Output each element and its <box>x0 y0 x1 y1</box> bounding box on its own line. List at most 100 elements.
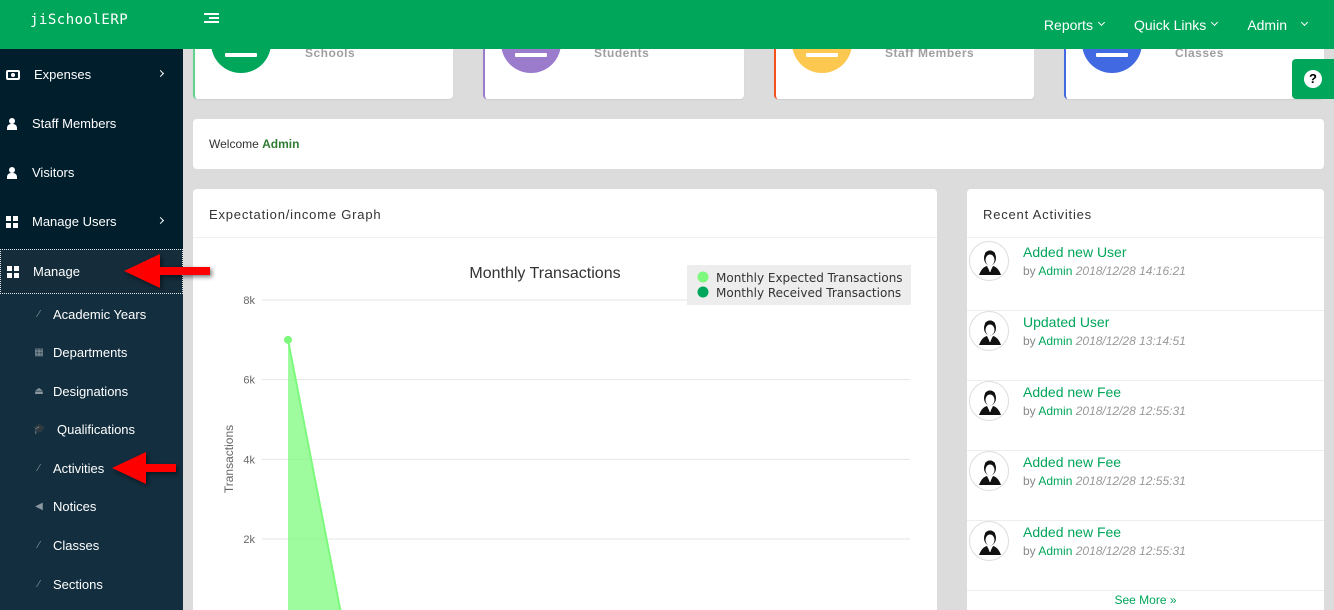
submenu-item-activities[interactable]: ⁄ Activities <box>0 449 183 487</box>
activity-user-link[interactable]: Admin <box>1038 544 1072 558</box>
activity-item: Updated User by Admin 2018/12/28 13:14:5… <box>967 311 1324 381</box>
submenu-item-label: Sections <box>53 576 103 592</box>
recent-activities-title: Recent Activities <box>967 189 1324 238</box>
y-tick-label: 2k <box>243 534 255 546</box>
activity-title[interactable]: Added new Fee <box>1023 384 1121 400</box>
table-icon: ▦ <box>34 346 44 358</box>
top-navbar: jiSchoolERP Reports Quick Links Admin <box>0 0 1334 49</box>
activity-item: Added new Fee by Admin 2018/12/28 12:55:… <box>967 381 1324 451</box>
sidebar-item-label: Manage Users <box>32 214 117 229</box>
activity-timestamp: 2018/12/28 12:55:31 <box>1075 544 1186 558</box>
activity-timestamp: 2018/12/28 13:14:51 <box>1075 334 1186 348</box>
welcome-user: Admin <box>262 137 300 151</box>
staff-icon <box>792 49 852 73</box>
sidebar-item-label: Visitors <box>32 165 75 180</box>
user-avatar-icon <box>969 521 1009 561</box>
stat-card-staff-members[interactable]: Staff Members <box>774 49 1034 99</box>
stat-card-label: Schools <box>305 49 356 60</box>
activity-title[interactable]: Added new Fee <box>1023 524 1121 540</box>
welcome-panel: Welcome Admin <box>193 119 1324 169</box>
submenu-item-label: Classes <box>53 537 100 553</box>
nav-admin-label: Admin <box>1247 16 1287 33</box>
brand-logo[interactable]: jiSchoolERP <box>30 12 128 28</box>
y-tick-label: 6k <box>243 375 255 387</box>
activity-title[interactable]: Added new Fee <box>1023 454 1121 470</box>
sidebar-item-manage[interactable]: Manage <box>0 249 183 294</box>
stat-card-label: Classes <box>1175 49 1224 60</box>
chevron-right-icon <box>156 69 165 78</box>
chart-legend[interactable]: Monthly Expected Transactions Monthly Re… <box>687 265 911 305</box>
graph-card: Expectation/income Graph Monthly Transac… <box>193 189 937 610</box>
sidebar: Expenses Staff Members Visitors Manage U… <box>0 49 183 610</box>
activity-timestamp: 2018/12/28 14:16:21 <box>1075 264 1186 278</box>
money-icon <box>6 69 20 80</box>
activity-title[interactable]: Added new User <box>1023 244 1127 260</box>
submenu-item-designations[interactable]: ⏏ Designations <box>0 372 183 410</box>
submenu-item-qualifications[interactable]: 🎓 Qualifications <box>0 410 183 448</box>
sidebar-item-label: Staff Members <box>32 116 117 131</box>
chevron-right-icon <box>156 216 165 225</box>
help-button[interactable]: ? <box>1292 59 1334 99</box>
monthly-transactions-chart: Monthly Transactions Transactions 2k 4k 6k… <box>222 265 911 610</box>
legend-marker-received <box>697 286 709 298</box>
submenu-item-departments[interactable]: ▦ Departments <box>0 333 183 371</box>
nav-quick-links-label: Quick Links <box>1133 16 1207 33</box>
nav-admin-dropdown[interactable]: Admin <box>1247 16 1309 33</box>
submenu-item-sections[interactable]: ⁄ Sections <box>0 565 183 603</box>
stat-card-label: Students <box>594 49 650 60</box>
eject-icon: ⏏ <box>34 385 44 397</box>
y-tick-label: 8k <box>243 295 255 307</box>
volume-icon: ◀ <box>35 500 43 512</box>
legend-label-received: Monthly Received Transactions <box>716 286 901 300</box>
grid-icon <box>7 265 19 278</box>
data-point-expected[interactable] <box>284 335 292 344</box>
magic-wand-icon: ⁄ <box>38 462 40 474</box>
submenu-item-label: Qualifications <box>57 421 136 437</box>
submenu-item-classes[interactable]: ⁄ Classes <box>0 526 183 564</box>
user-avatar-icon <box>969 311 1009 351</box>
question-circle-icon: ? <box>1304 70 1322 88</box>
chevron-down-icon <box>1300 18 1309 27</box>
activity-user-link[interactable]: Admin <box>1038 264 1072 278</box>
chevron-down-icon <box>1097 18 1105 27</box>
sidebar-toggle-icon[interactable] <box>204 13 219 25</box>
legend-marker-expected <box>697 271 709 283</box>
submenu-item-label: Designations <box>53 383 129 399</box>
nav-reports-dropdown[interactable]: Reports <box>1044 17 1105 33</box>
chart-series <box>284 335 342 610</box>
activity-by: by <box>1023 544 1036 558</box>
sidebar-item-staff-members[interactable]: Staff Members <box>0 99 183 148</box>
user-avatar-icon <box>969 381 1009 421</box>
see-more-link[interactable]: See More » <box>967 593 1324 607</box>
grid-icon <box>6 215 18 228</box>
chart-y-axis-label: Transactions <box>222 425 236 493</box>
activity-title[interactable]: Updated User <box>1023 314 1109 330</box>
stat-card-classes[interactable]: Classes <box>1064 49 1324 99</box>
y-tick-label: 4k <box>243 454 255 466</box>
legend-label-expected: Monthly Expected Transactions <box>716 271 903 285</box>
school-icon <box>211 49 271 73</box>
magic-wand-icon: ⁄ <box>38 539 40 551</box>
nav-quick-links-dropdown[interactable]: Quick Links <box>1133 16 1219 33</box>
user-icon <box>6 117 18 130</box>
submenu-item-notices[interactable]: ◀ Notices <box>0 487 183 525</box>
activity-user-link[interactable]: Admin <box>1038 474 1072 488</box>
submenu-item-label: Academic Years <box>53 306 147 322</box>
manage-submenu: ⁄ Academic Years ▦ Departments ⏏ Designa… <box>0 294 183 610</box>
activity-user-link[interactable]: Admin <box>1038 404 1072 418</box>
sidebar-item-label: Expenses <box>34 67 92 82</box>
activity-by: by <box>1023 404 1036 418</box>
stat-card-students[interactable]: Students <box>483 49 744 99</box>
sidebar-item-expenses[interactable]: Expenses <box>0 50 183 99</box>
activity-by: by <box>1023 264 1036 278</box>
user-avatar-icon <box>969 241 1009 281</box>
sidebar-item-visitors[interactable]: Visitors <box>0 148 183 197</box>
graduation-cap-icon: 🎓 <box>33 423 46 435</box>
activity-timestamp: 2018/12/28 12:55:31 <box>1075 474 1186 488</box>
top-nav: Reports Quick Links Admin <box>1044 0 1334 49</box>
sidebar-item-manage-users[interactable]: Manage Users <box>0 197 183 246</box>
activity-user-link[interactable]: Admin <box>1038 334 1072 348</box>
submenu-item-academic-years[interactable]: ⁄ Academic Years <box>0 295 183 333</box>
stat-card-schools[interactable]: Schools <box>193 49 453 99</box>
stat-card-label: Staff Members <box>885 49 975 60</box>
